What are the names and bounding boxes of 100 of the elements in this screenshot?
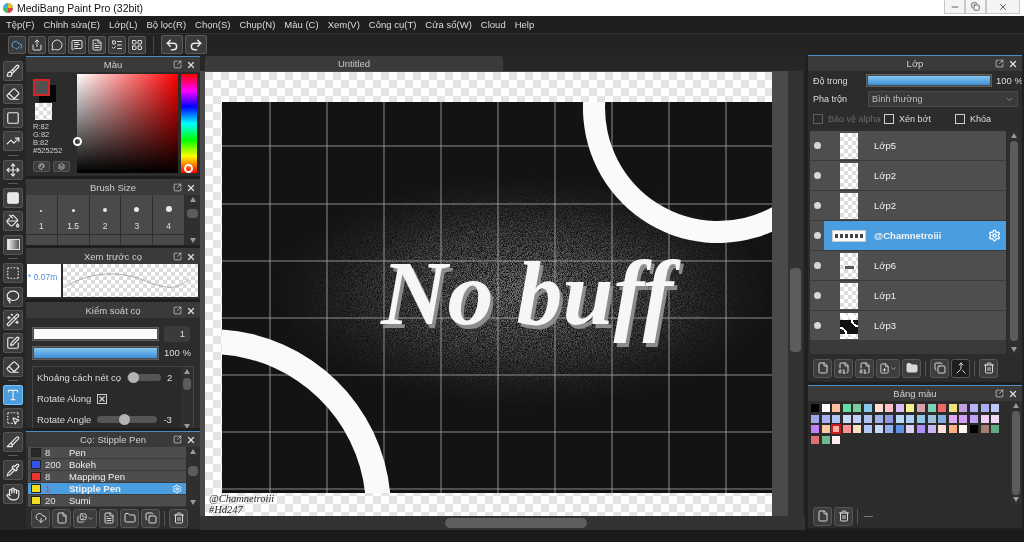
document-tab[interactable]: Untitled [205, 56, 503, 71]
color-swatch[interactable] [884, 413, 895, 424]
color-swatch[interactable] [810, 434, 820, 445]
toolbar-button[interactable] [951, 358, 970, 378]
color-swatch[interactable] [862, 403, 873, 413]
brush-size-cell[interactable] [121, 235, 154, 245]
toolbar-button[interactable] [141, 508, 160, 528]
color-swatch[interactable] [873, 403, 884, 413]
tool-button[interactable] [3, 187, 23, 208]
scroll-down-icon[interactable] [1013, 497, 1019, 502]
color-pair-drawing[interactable] [33, 79, 57, 103]
tool-button[interactable] [3, 107, 23, 128]
scroll-up-icon[interactable] [189, 197, 196, 202]
size-input[interactable]: 1 [164, 325, 190, 342]
visibility-dot-icon[interactable] [813, 232, 821, 239]
menu-item[interactable]: Bộ lọc(R) [142, 16, 191, 33]
tool-button[interactable] [3, 385, 23, 406]
menu-item[interactable]: Cloud [476, 16, 510, 33]
tool-button[interactable] [3, 84, 23, 105]
color-swatch[interactable] [820, 424, 831, 435]
toolbar-button[interactable] [813, 506, 832, 526]
layer-row[interactable]: Lớp5 [810, 131, 1006, 161]
color-swatch[interactable] [915, 403, 926, 413]
brush-size-cell[interactable]: 4 [153, 195, 185, 235]
scrollbar-thumb[interactable] [188, 466, 198, 476]
menu-item[interactable]: Lớp(L) [105, 16, 142, 33]
gear-icon[interactable] [988, 229, 1001, 242]
color-swatch[interactable] [862, 413, 873, 424]
color-swatch[interactable] [884, 403, 895, 413]
toolbar-button[interactable] [48, 35, 66, 54]
color-swatch[interactable] [915, 413, 926, 424]
color-swatch[interactable] [979, 424, 990, 435]
hue-ring-icon[interactable] [184, 164, 193, 173]
tool-button[interactable] [3, 408, 23, 429]
toolbar-button[interactable] [73, 508, 97, 528]
visibility-dot-icon[interactable] [813, 292, 821, 299]
color-swatch[interactable] [968, 403, 979, 413]
menu-item[interactable]: Chỉnh sửa(E) [39, 16, 105, 33]
color-swatch[interactable] [852, 424, 863, 435]
color-swatch[interactable] [990, 424, 1001, 435]
color-swatch[interactable] [958, 413, 969, 424]
scroll-up-icon[interactable] [184, 369, 190, 374]
color-swatch[interactable] [958, 403, 969, 413]
color-swatch[interactable] [820, 434, 831, 445]
color-swatch[interactable] [810, 424, 820, 435]
toolbar-button[interactable] [68, 35, 86, 54]
toolbar-button[interactable] [834, 506, 853, 526]
color-swatch[interactable] [831, 413, 842, 424]
visibility-dot-icon[interactable] [813, 172, 821, 179]
popout-icon[interactable] [173, 60, 182, 69]
tool-button[interactable] [3, 309, 23, 330]
color-swatch[interactable] [852, 413, 863, 424]
visibility-dot-icon[interactable] [813, 262, 821, 269]
close-icon[interactable] [1008, 388, 1018, 399]
toolbar-button[interactable] [930, 358, 949, 378]
brush-row[interactable]: 8 Pen [28, 447, 186, 459]
menu-item[interactable]: Chọn(S) [191, 16, 235, 33]
checkbox[interactable] [955, 113, 965, 124]
tool-button[interactable] [3, 263, 23, 284]
toolbar-button[interactable] [979, 358, 998, 378]
color-swatch[interactable] [894, 403, 905, 413]
toolbar-button[interactable] [128, 35, 146, 54]
color-swatch[interactable] [894, 424, 905, 435]
layer-row[interactable]: Lớp3 [810, 311, 1006, 341]
close-icon[interactable] [186, 434, 196, 445]
color-swatch[interactable] [968, 413, 979, 424]
hue-spectrum[interactable] [181, 74, 197, 173]
toolbar-button[interactable] [813, 358, 832, 378]
scrollbar-thumb[interactable] [790, 268, 801, 352]
tool-button[interactable] [3, 286, 23, 307]
tool-button[interactable] [3, 356, 23, 377]
close-icon[interactable] [186, 305, 196, 316]
visibility-dot-icon[interactable] [813, 142, 821, 149]
layer-row[interactable]: Lớp1 [810, 281, 1006, 311]
toolbar-button[interactable] [876, 358, 900, 378]
color-swatch[interactable] [958, 424, 969, 435]
toolbar-button[interactable] [31, 508, 50, 528]
menu-item[interactable]: Cửa sổ(W) [421, 16, 476, 33]
visibility-dot-icon[interactable] [813, 322, 821, 329]
color-swatch[interactable] [841, 424, 852, 435]
color-swatch[interactable] [841, 403, 852, 413]
brush-row[interactable]: 20 Sumi [28, 495, 186, 507]
brush-size-cell[interactable]: 2 [89, 195, 122, 235]
brush-row[interactable]: 8 Mapping Pen [28, 471, 186, 483]
color-swatch[interactable] [905, 424, 916, 435]
slider-thumb[interactable] [128, 372, 140, 383]
checkbox[interactable] [884, 113, 894, 124]
transparent-swatch[interactable] [35, 103, 52, 120]
layer-row[interactable]: Lớp6 [810, 251, 1006, 281]
menu-item[interactable]: Công cụ(T) [364, 16, 421, 33]
color-swatch[interactable] [915, 424, 926, 435]
tool-button[interactable] [3, 431, 23, 452]
restore-button[interactable] [965, 0, 986, 14]
color-swatch[interactable] [820, 413, 831, 424]
toolbar-button[interactable] [28, 35, 46, 54]
color-swatch[interactable] [947, 403, 958, 413]
color-swatch[interactable] [926, 403, 937, 413]
tool-button[interactable] [3, 460, 23, 481]
brush-size-cell[interactable]: 1 [26, 195, 58, 235]
tool-button[interactable] [3, 483, 23, 504]
